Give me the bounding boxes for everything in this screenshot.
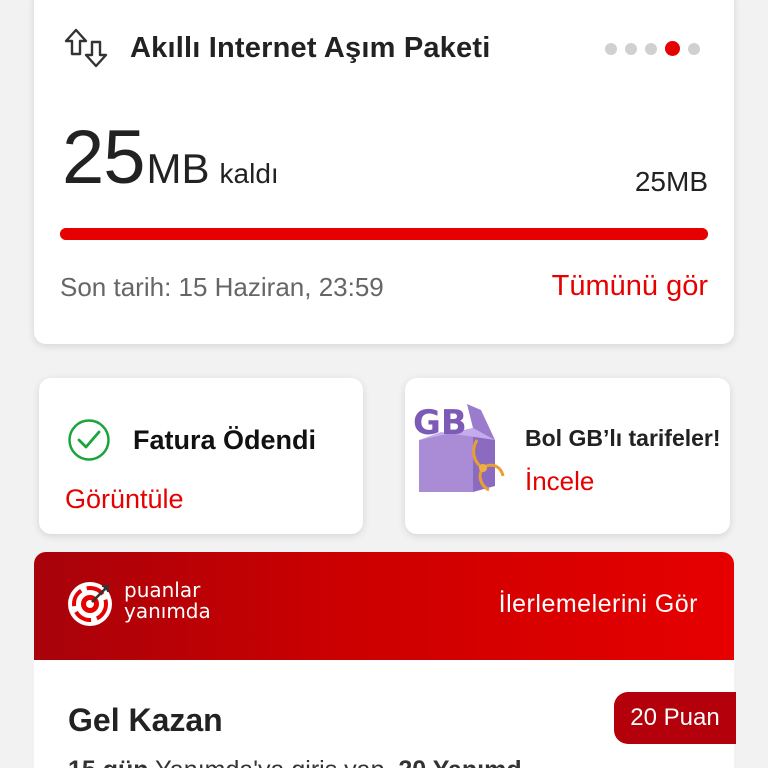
promo-card[interactable]: GB Bol GB’lı tarifeler! İncele [405, 378, 730, 534]
package-header: Akıllı Internet Aşım Paketi [62, 24, 491, 72]
earn-desc-suffix: 20 Yanımd [398, 756, 521, 768]
view-progress-link[interactable]: İlerlemelerini Gör [499, 590, 698, 619]
data-transfer-arrows-icon [64, 28, 108, 68]
pager-dot[interactable] [645, 42, 657, 55]
remaining-unit: MB [146, 145, 210, 192]
logo-line2: yanımda [124, 599, 211, 623]
target-logo-icon [68, 582, 112, 626]
pager-dot[interactable] [605, 42, 617, 55]
package-card[interactable]: Akıllı Internet Aşım Paketi 25 MB kaldı … [34, 0, 734, 344]
points-badge: 20 Puan [614, 692, 736, 744]
deadline-text: Son tarih: 15 Haziran, 23:59 [60, 272, 384, 302]
logo-line1: puanlar [124, 578, 201, 602]
earn-card[interactable]: Gel Kazan 20 Puan 15 gün Yanımda'ya giri… [34, 660, 736, 768]
invoice-title: Fatura Ödendi [133, 424, 317, 455]
remaining-word: kaldı [219, 158, 279, 189]
earn-desc-middle: Yanımda'ya giriş yap, [149, 756, 399, 768]
remaining-amount: 25 MB kaldı [62, 120, 279, 196]
earn-description: 15 gün Yanımda'ya giriş yap, 20 Yanımd [68, 756, 522, 768]
points-banner[interactable]: puanlar yanımda İlerlemelerini Gör [34, 552, 734, 660]
usage-bar-fill [60, 228, 708, 240]
svg-text:GB: GB [413, 403, 467, 443]
earn-desc-prefix: 15 gün [68, 756, 149, 768]
promo-link[interactable]: İncele [525, 466, 594, 497]
package-title: Akıllı Internet Aşım Paketi [130, 31, 491, 64]
gift-box-gb-icon: GB [413, 403, 505, 492]
see-all-link[interactable]: Tümünü gör [552, 270, 708, 303]
remaining-value: 25 [62, 115, 146, 200]
promo-title: Bol GB’lı tarifeler! [525, 425, 721, 451]
invoice-card[interactable]: Fatura Ödendi Görüntüle [39, 378, 363, 534]
points-logo-text: puanlar yanımda [124, 580, 211, 622]
pager-dot[interactable] [625, 42, 637, 55]
invoice-status: Fatura Ödendi [67, 418, 316, 462]
check-circle-icon [68, 419, 110, 461]
usage-bar [60, 228, 708, 240]
pager-dot[interactable] [688, 42, 700, 55]
pager-dot-active[interactable] [665, 41, 680, 56]
total-amount: 25MB [634, 166, 708, 197]
earn-title: Gel Kazan [68, 702, 223, 738]
view-invoice-link[interactable]: Görüntüle [65, 484, 184, 515]
pager-dots[interactable] [597, 41, 700, 56]
